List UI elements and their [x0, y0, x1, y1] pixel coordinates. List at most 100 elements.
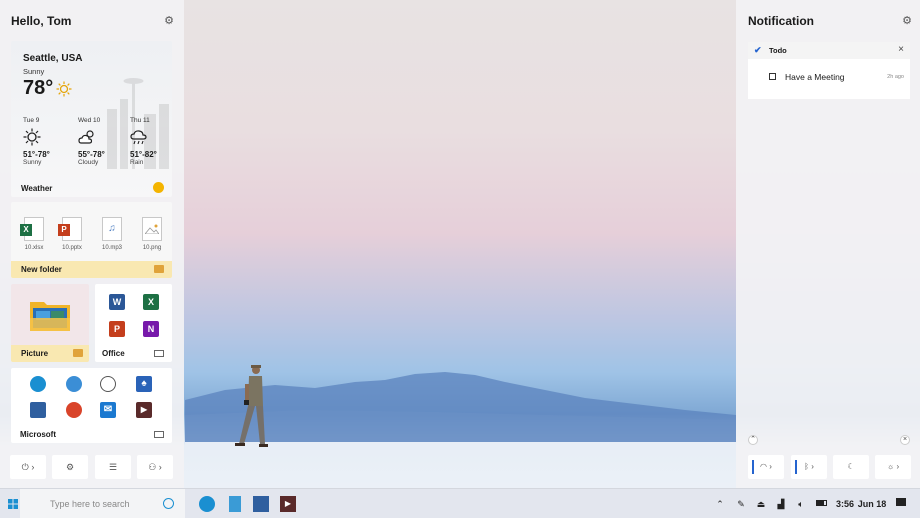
- folder-card[interactable]: X 10.xlsx P 10.pptx ♫ 10.mp3 10.png New …: [11, 202, 172, 278]
- active-indicator: [752, 460, 754, 474]
- forecast-day-name: Thu 11: [130, 117, 150, 124]
- weather-temperature: 78°: [23, 77, 54, 99]
- microsoft-card[interactable]: ♠ ✉ ▶ Microsoft: [11, 368, 172, 443]
- clock-date[interactable]: Jun 18: [857, 489, 887, 518]
- maps-icon[interactable]: [66, 402, 82, 418]
- brightness-button[interactable]: ☼ ›: [875, 455, 911, 479]
- office-card[interactable]: W X P N Office: [95, 284, 172, 362]
- folder-bar: New folder: [11, 261, 172, 278]
- chevron-right-icon: ›: [31, 462, 35, 472]
- mail-icon[interactable]: ✉: [100, 402, 116, 418]
- chevron-right-icon: ›: [158, 462, 162, 472]
- file-item[interactable]: X 10.xlsx: [19, 217, 49, 251]
- search-placeholder: Type here to search: [50, 499, 130, 509]
- onenote-icon[interactable]: N: [143, 321, 159, 337]
- photo-folder-icon: [30, 302, 70, 331]
- focus-assist-button[interactable]: ☾: [833, 455, 869, 479]
- battery-icon[interactable]: [814, 489, 828, 518]
- excel-file-icon: X: [20, 217, 44, 241]
- group-icon: [154, 431, 164, 438]
- forecast-range: 51°-78°: [23, 150, 50, 159]
- action-center-icon[interactable]: [893, 489, 909, 518]
- weather-card[interactable]: Seattle, USA Sunny 78° Tue 9 51°-78° Sun…: [11, 41, 172, 197]
- solitaire-icon[interactable]: ♠: [136, 376, 152, 392]
- cortana-icon[interactable]: [163, 498, 174, 509]
- clock-time[interactable]: 3:56: [834, 489, 856, 518]
- chevron-up-icon[interactable]: ⌃: [748, 435, 758, 445]
- chevron-up-icon[interactable]: ⌃: [713, 489, 727, 518]
- user-switch-icon: ⚇: [148, 462, 157, 472]
- usb-icon[interactable]: ⏏: [754, 489, 768, 518]
- forecast-day-name: Wed 10: [78, 117, 101, 124]
- search-box[interactable]: Type here to search: [20, 489, 185, 518]
- file-item[interactable]: ♫ 10.mp3: [97, 217, 127, 251]
- bluetooth-button[interactable]: ᛒ ›: [791, 455, 827, 479]
- photos-icon[interactable]: [253, 496, 269, 512]
- photos-icon[interactable]: [30, 402, 46, 418]
- task-title: Have a Meeting: [785, 72, 845, 82]
- sun-icon: [56, 81, 72, 97]
- folder-label: New folder: [21, 265, 62, 274]
- picture-card[interactable]: Picture: [11, 284, 89, 362]
- greeting: Hello, Tom: [11, 14, 72, 28]
- close-icon[interactable]: ×: [900, 435, 910, 445]
- walking-person: [235, 365, 268, 447]
- file-name: 10.xlsx: [24, 245, 44, 251]
- globe-icon[interactable]: [66, 376, 82, 392]
- file-item[interactable]: 10.png: [137, 217, 167, 251]
- gear-icon[interactable]: ⚙: [163, 15, 175, 27]
- gear-icon[interactable]: ⚙: [901, 15, 913, 27]
- forecast-day: Thu 11 51°-82° Rain: [130, 115, 170, 166]
- clock-icon[interactable]: [100, 376, 116, 392]
- word-icon[interactable]: W: [109, 294, 125, 310]
- forecast-range: 51°-82°: [130, 150, 157, 159]
- todo-app-name: Todo: [769, 46, 787, 55]
- weather-city: Seattle, USA: [23, 53, 83, 64]
- picture-label: Picture: [21, 349, 49, 358]
- task-checkbox[interactable]: [769, 73, 776, 80]
- powerpoint-icon[interactable]: P: [109, 321, 125, 337]
- wifi-button[interactable]: ◠ ›: [748, 455, 784, 479]
- bluetooth-icon: ᛒ: [804, 462, 809, 471]
- file-item[interactable]: P 10.pptx: [57, 217, 87, 251]
- list-button[interactable]: ☰: [95, 455, 131, 479]
- close-icon[interactable]: ×: [898, 44, 904, 55]
- task-time: 2h ago: [887, 74, 904, 80]
- group-icon: [154, 350, 164, 357]
- picture-bar: Picture: [11, 345, 89, 362]
- excel-icon[interactable]: X: [143, 294, 159, 310]
- todo-notification[interactable]: ✔ Todo × Have a Meeting 2h ago: [748, 42, 910, 99]
- start-panel: Hello, Tom ⚙ Seattle, USA Sunny 78° Tue …: [0, 0, 184, 488]
- user-switch-button[interactable]: ⚇ ›: [137, 455, 173, 479]
- wifi-icon: ◠: [760, 462, 768, 471]
- brightness-icon: ☼: [886, 462, 895, 471]
- volume-icon[interactable]: 🔈︎: [794, 489, 808, 518]
- pen-icon[interactable]: ✎: [734, 489, 748, 518]
- file-name: 10.pptx: [62, 245, 82, 251]
- network-icon[interactable]: ▟: [774, 489, 788, 518]
- sun-icon: [23, 128, 41, 146]
- file-name: 10.mp3: [101, 245, 122, 251]
- movies-icon[interactable]: ▶: [280, 496, 296, 512]
- weather-label: Weather: [21, 184, 53, 193]
- power-icon: ⏻: [21, 462, 29, 472]
- forecast-range: 55°-78°: [78, 150, 105, 159]
- todo-header: ✔ Todo ×: [748, 42, 910, 59]
- edge-icon[interactable]: [199, 496, 215, 512]
- forecast-day-name: Tue 9: [23, 117, 40, 124]
- folder-icon: [73, 349, 83, 357]
- settings-icon: ⚙: [65, 462, 75, 472]
- settings-button[interactable]: ⚙: [52, 455, 88, 479]
- music-file-icon: ♫: [102, 217, 122, 241]
- edge-icon[interactable]: [30, 376, 46, 392]
- weather-app-icon: [153, 182, 164, 193]
- forecast-condition: Cloudy: [78, 159, 99, 166]
- forecast-condition: Rain: [130, 159, 144, 166]
- check-icon: ✔: [754, 45, 762, 55]
- notepad-icon[interactable]: [229, 496, 241, 512]
- cloud-sun-icon: [78, 130, 94, 144]
- microsoft-label: Microsoft: [20, 430, 56, 439]
- power-button[interactable]: ⏻ ›: [10, 455, 46, 479]
- windows-start-icon[interactable]: [8, 499, 18, 509]
- movies-icon[interactable]: ▶: [136, 402, 152, 418]
